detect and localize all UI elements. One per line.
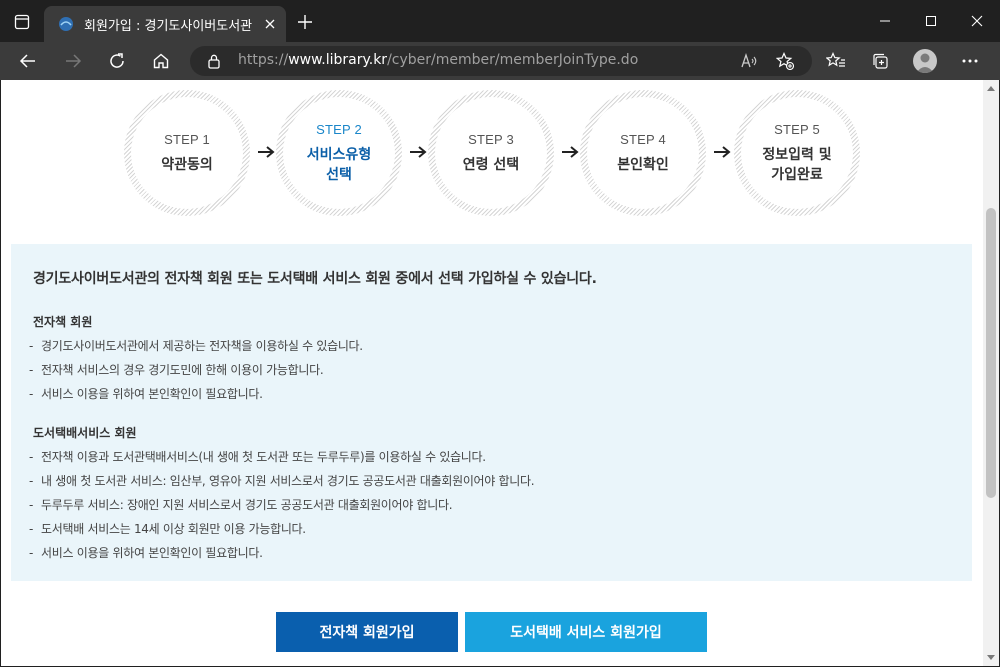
tab-close-icon[interactable] xyxy=(262,16,278,32)
tab-title: 회원가입 : 경기도사이버도서관 xyxy=(84,19,253,34)
info-lead-text: 경기도사이버도서관의 전자책 회원 또는 도서택배 서비스 회원 중에서 선택 … xyxy=(33,271,597,287)
arrow-right-icon xyxy=(561,144,579,158)
tab-actions-icon[interactable] xyxy=(12,12,32,32)
step-1: STEP 1 약관동의 xyxy=(124,90,250,216)
step-number: STEP 5 xyxy=(774,121,820,137)
favorites-icon[interactable] xyxy=(824,49,848,73)
step-number: STEP 3 xyxy=(468,131,514,147)
step-number: STEP 4 xyxy=(620,131,666,147)
step-name: 본인확인 xyxy=(617,156,669,173)
site-favicon-icon xyxy=(58,16,74,32)
list-item: - 서비스 이용을 위하여 본인확인이 필요합니다. xyxy=(29,546,263,560)
list-item: - 전자책 서비스의 경우 경기도민에 한해 이용이 가능합니다. xyxy=(29,363,324,377)
list-item: - 전자책 이용과 도서관택배서비스(내 생애 첫 도서관 또는 두루두루)를 이… xyxy=(29,450,486,464)
close-window-icon[interactable] xyxy=(954,0,1000,42)
more-menu-icon[interactable] xyxy=(958,49,982,73)
list-item: -내 생애 첫 도서관 서비스: 임산부, 영유아 지원 서비스로서 경기도 공… xyxy=(29,474,535,488)
browser-tab[interactable]: 회원가입 : 경기도사이버도서관 xyxy=(44,6,286,42)
browser-titlebar: 회원가입 : 경기도사이버도서관 xyxy=(0,0,1000,42)
step-3: STEP 3 연령 선택 xyxy=(428,90,554,216)
page-viewport: STEP 1 약관동의 STEP 2 서비스유형선택 STEP 3 연령 선택 xyxy=(1,80,999,666)
step-2: STEP 2 서비스유형 선택 xyxy=(276,90,402,216)
ebook-join-button[interactable]: 전자책 회원가입 xyxy=(276,612,458,652)
back-icon[interactable] xyxy=(16,49,40,73)
add-favorite-icon[interactable] xyxy=(775,52,795,71)
list-item: - 경기도사이버도서관에서 제공하는 전자책을 이용하실 수 있습니다. xyxy=(29,339,363,353)
delivery-join-button[interactable]: 도서택배 서비스 회원가입 xyxy=(465,612,707,652)
arrow-right-icon xyxy=(713,144,731,158)
forward-icon[interactable] xyxy=(61,49,85,73)
step-name: 연령 선택 xyxy=(462,156,520,173)
profile-avatar[interactable] xyxy=(913,49,937,73)
refresh-icon[interactable] xyxy=(105,49,129,73)
delivery-section-title: 도서택배서비스 회원 xyxy=(33,426,137,440)
arrow-right-icon xyxy=(409,144,427,158)
collections-icon[interactable] xyxy=(868,49,892,73)
browser-navbar: https://www.library.kr/cyber/member/memb… xyxy=(0,42,1000,80)
lock-icon[interactable] xyxy=(206,53,222,69)
step-name: 서비스유형 선택 xyxy=(306,146,372,183)
list-item: - 서비스 이용을 위하여 본인확인이 필요합니다. xyxy=(29,387,263,401)
scroll-down-icon[interactable] xyxy=(987,655,995,660)
new-tab-icon[interactable] xyxy=(296,13,314,31)
step-name: 정보입력 및 가입완료 xyxy=(762,146,832,183)
vertical-scrollbar[interactable] xyxy=(983,80,999,666)
list-item: - 도서택배 서비스는 14세 이상 회원만 이용 가능합니다. xyxy=(29,522,306,536)
step-number: STEP 2 xyxy=(316,121,362,137)
step-5: STEP 5 정보입력 및 가입완료 xyxy=(734,90,860,216)
read-aloud-icon[interactable] xyxy=(740,52,758,70)
list-item: - 두루두루 서비스: 장애인 지원 서비스로서 경기도 공공도서관 대출회원이어… xyxy=(29,498,453,512)
arrow-right-icon xyxy=(257,144,275,158)
address-bar[interactable]: https://www.library.kr/cyber/member/memb… xyxy=(190,46,812,76)
scroll-thumb[interactable] xyxy=(986,208,996,498)
scroll-up-icon[interactable] xyxy=(987,86,995,91)
minimize-icon[interactable] xyxy=(862,0,908,42)
home-icon[interactable] xyxy=(149,49,173,73)
url-text[interactable]: https://www.library.kr/cyber/member/memb… xyxy=(238,52,638,68)
join-steps: STEP 1 약관동의 STEP 2 서비스유형선택 STEP 3 연령 선택 xyxy=(1,80,983,240)
step-4: STEP 4 본인확인 xyxy=(580,90,706,216)
step-name: 약관동의 xyxy=(161,156,213,173)
ebook-section-title: 전자책 회원 xyxy=(33,315,93,329)
step-number: STEP 1 xyxy=(164,131,210,147)
membership-info-box: 경기도사이버도서관의 전자책 회원 또는 도서택배 서비스 회원 중에서 선택 … xyxy=(11,244,972,581)
maximize-icon[interactable] xyxy=(908,0,954,42)
